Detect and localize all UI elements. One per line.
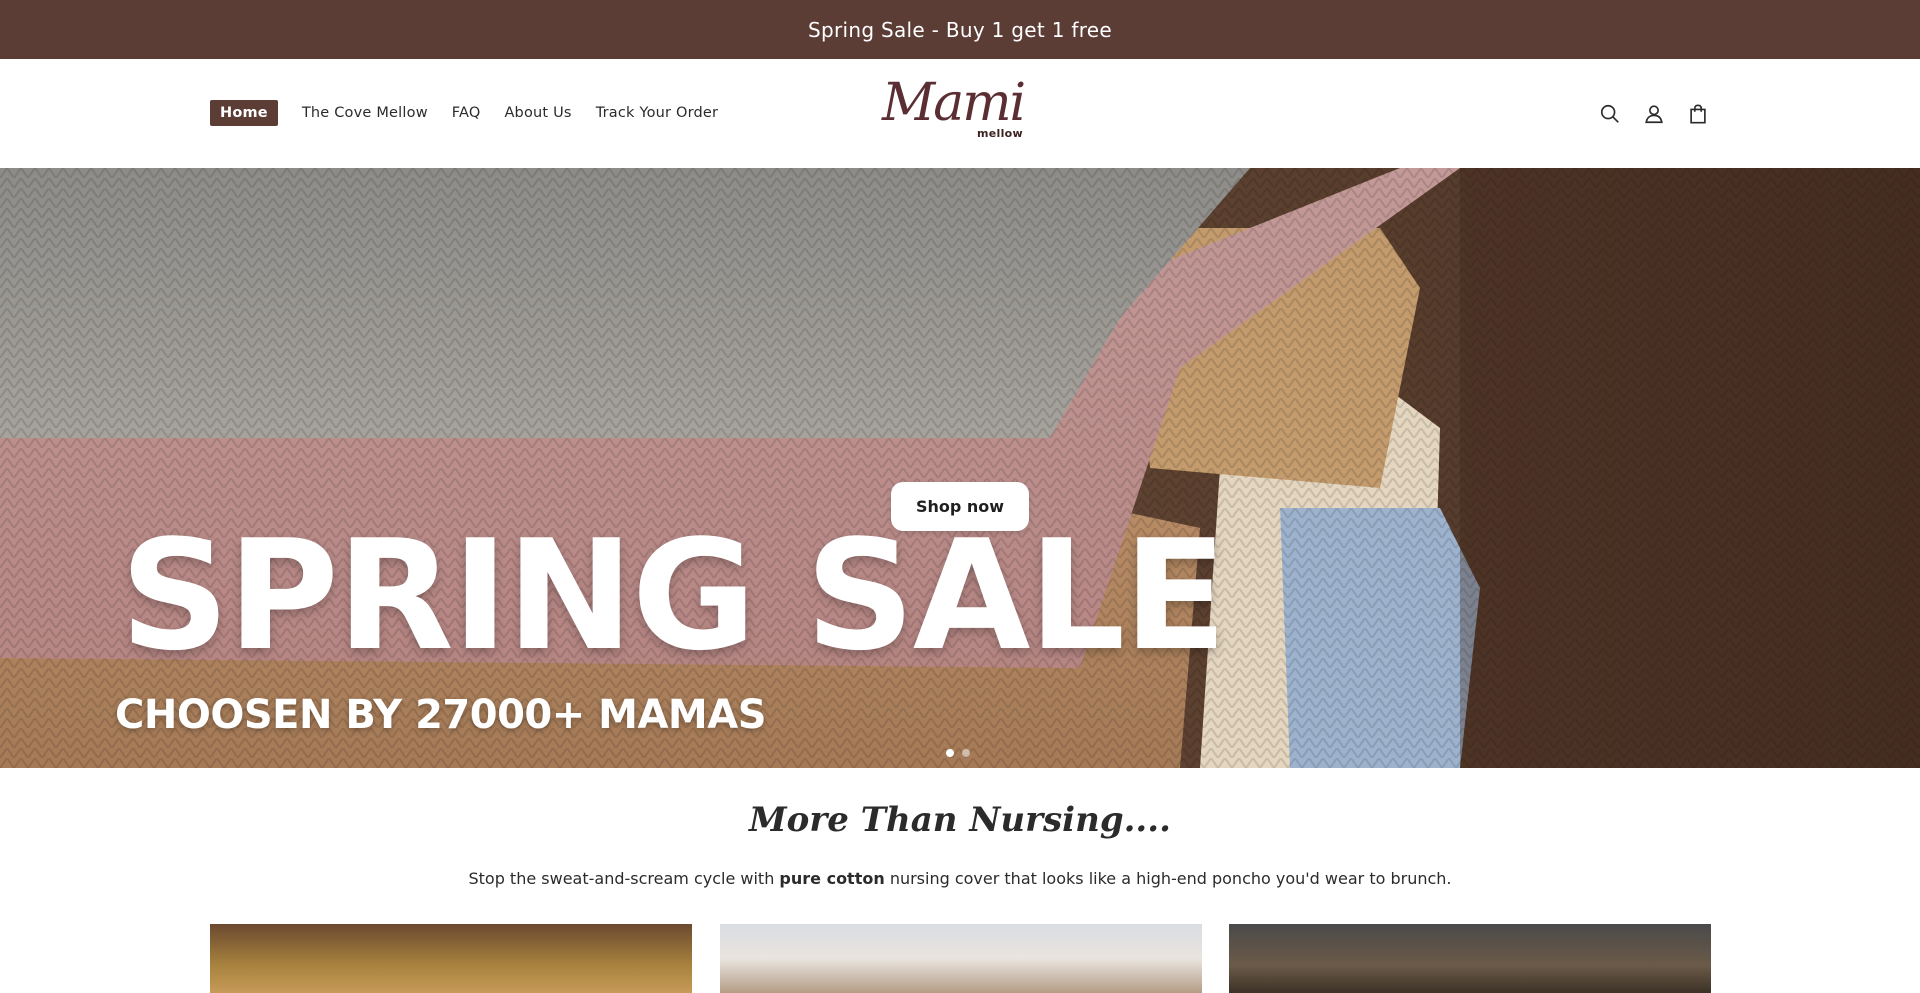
main-nav: Home The Cove Mellow FAQ About Us Track …: [210, 100, 742, 126]
cart-icon[interactable]: [1686, 102, 1710, 126]
section-desc-bold: pure cotton: [779, 869, 885, 888]
site-logo[interactable]: Mami mellow: [882, 77, 1027, 143]
nav-home[interactable]: Home: [210, 100, 278, 126]
nav-track-your-order[interactable]: Track Your Order: [596, 100, 719, 126]
section-desc-after: nursing cover that looks like a high-end…: [884, 869, 1452, 888]
search-icon[interactable]: [1598, 102, 1622, 126]
logo-sub: mellow: [977, 127, 1023, 140]
product-card-1[interactable]: [210, 924, 692, 993]
product-card-3[interactable]: [1229, 924, 1711, 993]
hero-title: SPRING SALE: [120, 507, 1227, 684]
slideshow-dots: [946, 749, 970, 757]
shop-now-button[interactable]: Shop now: [891, 482, 1029, 531]
hero-subtitle: CHOOSEN BY 27000+ MAMAS: [115, 692, 767, 738]
section-desc-before: Stop the sweat-and-scream cycle with: [468, 869, 780, 888]
account-icon[interactable]: [1642, 102, 1666, 126]
header-icons: [1598, 102, 1710, 126]
nav-the-cove-mellow[interactable]: The Cove Mellow: [302, 100, 428, 126]
logo-script: Mami: [882, 73, 1026, 133]
announcement-text: Spring Sale - Buy 1 get 1 free: [807, 17, 1113, 42]
announcement-bar: Spring Sale - Buy 1 get 1 free: [0, 0, 1920, 59]
site-header: Home The Cove Mellow FAQ About Us Track …: [0, 59, 1920, 168]
section-title: More Than Nursing....: [749, 800, 1171, 840]
section-description: Stop the sweat-and-scream cycle with pur…: [0, 869, 1920, 888]
nav-faq[interactable]: FAQ: [452, 100, 481, 126]
slide-dot-2[interactable]: [962, 749, 970, 757]
product-card-2[interactable]: [720, 924, 1202, 993]
nav-about-us[interactable]: About Us: [504, 100, 571, 126]
hero-banner: SPRING SALE CHOOSEN BY 27000+ MAMAS: [0, 168, 1920, 768]
slide-dot-1[interactable]: [946, 749, 954, 757]
